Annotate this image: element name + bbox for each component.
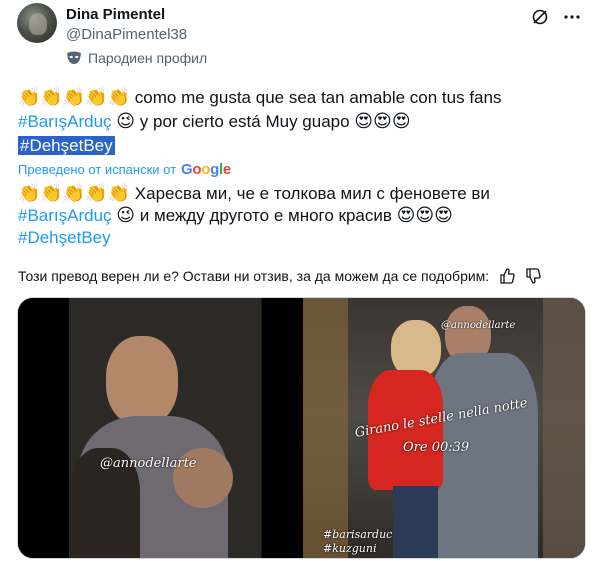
translation-line-1: 👏👏👏👏👏 Харесва ми, че е толкова мил с фен… bbox=[18, 183, 490, 205]
heart-eyes-emojis: 😍😍😍 bbox=[354, 111, 411, 132]
translation-clap-emojis: 👏👏👏👏👏 bbox=[18, 183, 131, 204]
parody-label: Пародиен профил bbox=[88, 50, 208, 66]
translation-text-1: Харесва ми, че е толкова мил с феновете … bbox=[134, 184, 490, 203]
right-tag-2: #kuzguni bbox=[323, 542, 377, 555]
left-watermark: @annodellarte bbox=[100, 456, 197, 471]
feedback-prompt: Този превод верен ли е? Остави ни отзив,… bbox=[18, 268, 490, 284]
right-tag-1: #barisarduc bbox=[323, 528, 393, 541]
clap-emojis: 👏👏👏👏👏 bbox=[18, 87, 131, 108]
translation-text-2: и между другото е много красив bbox=[139, 206, 392, 225]
translated-by[interactable]: Преведено от испански от Google bbox=[18, 161, 231, 178]
original-text-2: y por cierto está Muy guapo bbox=[139, 112, 350, 131]
thumbs-down-icon[interactable] bbox=[525, 268, 541, 284]
thumbs-up-icon[interactable] bbox=[499, 268, 515, 284]
translation-hashtag-dehsetbey[interactable]: #DehşetBey bbox=[18, 228, 111, 247]
grok-icon[interactable] bbox=[531, 8, 549, 26]
more-options-icon[interactable] bbox=[563, 8, 581, 26]
hashtag-barisarduc[interactable]: #BarışArduç bbox=[18, 112, 112, 131]
mask-icon bbox=[67, 51, 81, 64]
media-grid: @annodellarte @annodellarte Girano le st… bbox=[17, 297, 586, 559]
photo-left[interactable]: @annodellarte bbox=[18, 298, 301, 558]
original-line-3: #DehşetBey bbox=[18, 135, 115, 157]
right-caption-2: Ore 00:39 bbox=[403, 440, 470, 455]
translation-feedback: Този превод верен ли е? Остави ни отзив,… bbox=[18, 268, 541, 284]
google-logo: Google bbox=[181, 161, 231, 178]
original-line-2: #BarışArduç 😉 y por cierto está Muy guap… bbox=[18, 111, 411, 133]
wink-emoji: 😉 bbox=[116, 111, 136, 132]
right-watermark-top: @annodellarte bbox=[441, 320, 516, 331]
parody-badge: Пародиен профил bbox=[66, 50, 207, 66]
photo-right[interactable]: @annodellarte Girano le stelle nella not… bbox=[303, 298, 585, 558]
author-name[interactable]: Dina Pimentel bbox=[66, 6, 165, 23]
author-handle[interactable]: @DinaPimentel38 bbox=[66, 26, 187, 43]
translation-line-2: #BarışArduç 😉 и между другото е много кр… bbox=[18, 205, 453, 227]
translation-wink-emoji: 😉 bbox=[116, 205, 136, 226]
translation-line-3: #DehşetBey bbox=[18, 227, 111, 249]
translated-label: Преведено от испански от bbox=[18, 162, 177, 177]
hashtag-dehsetbey[interactable]: #DehşetBey bbox=[18, 136, 115, 155]
translation-hashtag-barisarduc[interactable]: #BarışArduç bbox=[18, 206, 112, 225]
translation-heart-eyes-emojis: 😍😍😍 bbox=[396, 205, 453, 226]
author-avatar[interactable] bbox=[17, 3, 57, 43]
original-line-1: 👏👏👏👏👏 como me gusta que sea tan amable c… bbox=[18, 87, 501, 109]
original-text-1: como me gusta que sea tan amable con tus… bbox=[134, 88, 502, 107]
